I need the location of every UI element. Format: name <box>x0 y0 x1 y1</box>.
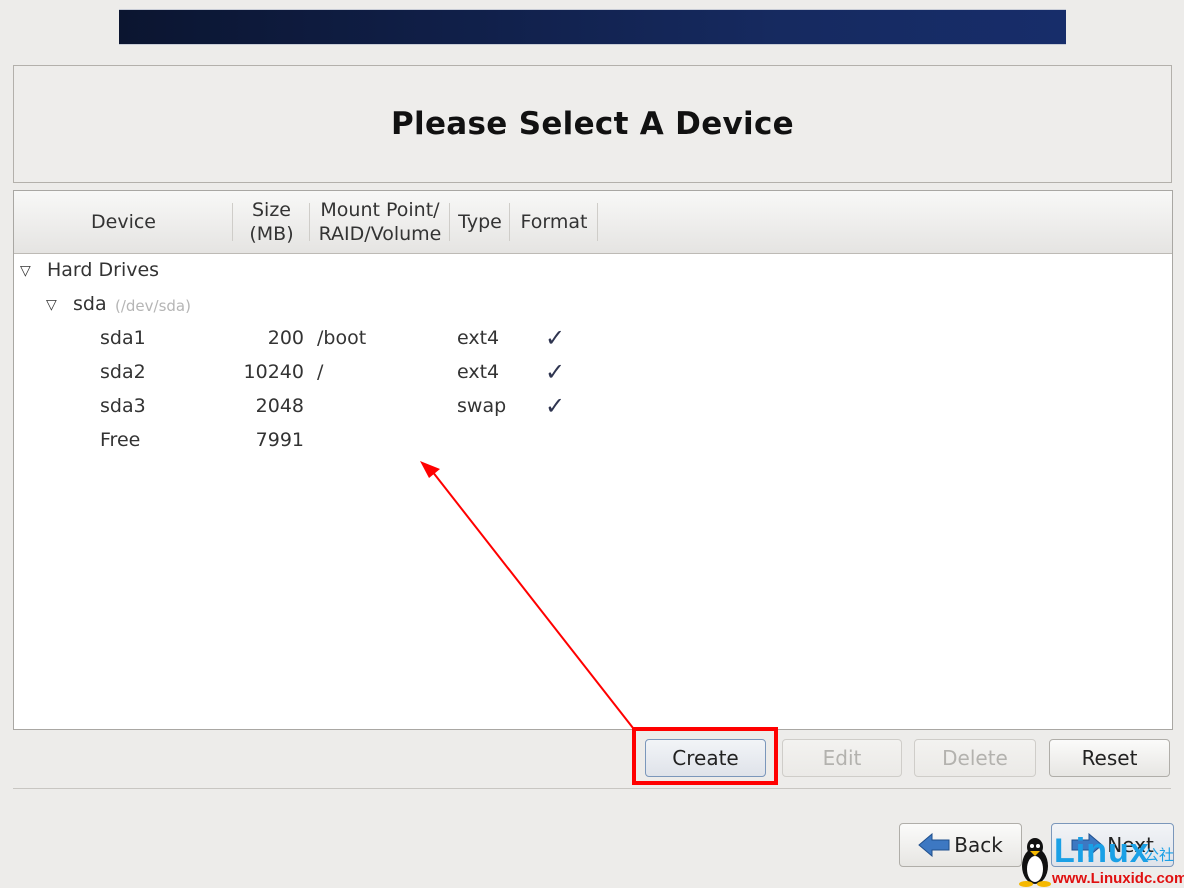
title-frame: Please Select A Device <box>13 65 1172 183</box>
format-check-icon: ✓ <box>545 358 566 386</box>
delete-button[interactable]: Delete <box>914 739 1036 777</box>
back-arrow-icon <box>918 833 950 857</box>
header-banner <box>119 9 1066 45</box>
expander-icon[interactable]: ▽ <box>20 263 31 279</box>
column-header-type[interactable]: Type <box>450 191 510 253</box>
tree-row-hard-drives[interactable]: ▽ Hard Drives <box>14 254 1172 288</box>
tree-row-sda[interactable]: ▽ sda (/dev/sda) <box>14 288 1172 322</box>
back-button[interactable]: Back <box>899 823 1022 867</box>
column-header-mount-point[interactable]: Mount Point/RAID/Volume <box>310 191 450 253</box>
column-header-device[interactable]: Device <box>14 191 233 253</box>
format-check-icon: ✓ <box>545 392 566 420</box>
edit-button[interactable]: Edit <box>782 739 902 777</box>
separator <box>13 788 1171 789</box>
watermark: Linux 公社 www.Linuxidc.com <box>1018 832 1184 888</box>
table-row[interactable]: sda2 10240 / ext4 ✓ <box>14 356 1172 390</box>
expander-icon[interactable]: ▽ <box>46 297 57 313</box>
table-row[interactable]: sda3 2048 swap ✓ <box>14 390 1172 424</box>
tree-header: Device Size (MB) Mount Point/RAID/Volume … <box>14 191 1172 254</box>
annotation-highlight-box <box>632 727 778 785</box>
column-header-size[interactable]: Size (MB) <box>233 191 310 253</box>
device-tree[interactable]: Device Size (MB) Mount Point/RAID/Volume … <box>13 190 1173 730</box>
table-row[interactable]: sda1 200 /boot ext4 ✓ <box>14 322 1172 356</box>
table-row[interactable]: Free 7991 <box>14 424 1172 458</box>
reset-button[interactable]: Reset <box>1049 739 1170 777</box>
format-check-icon: ✓ <box>545 324 566 352</box>
column-header-format[interactable]: Format <box>510 191 598 253</box>
tux-penguin-icon <box>1019 838 1051 887</box>
page-title: Please Select A Device <box>391 106 794 142</box>
